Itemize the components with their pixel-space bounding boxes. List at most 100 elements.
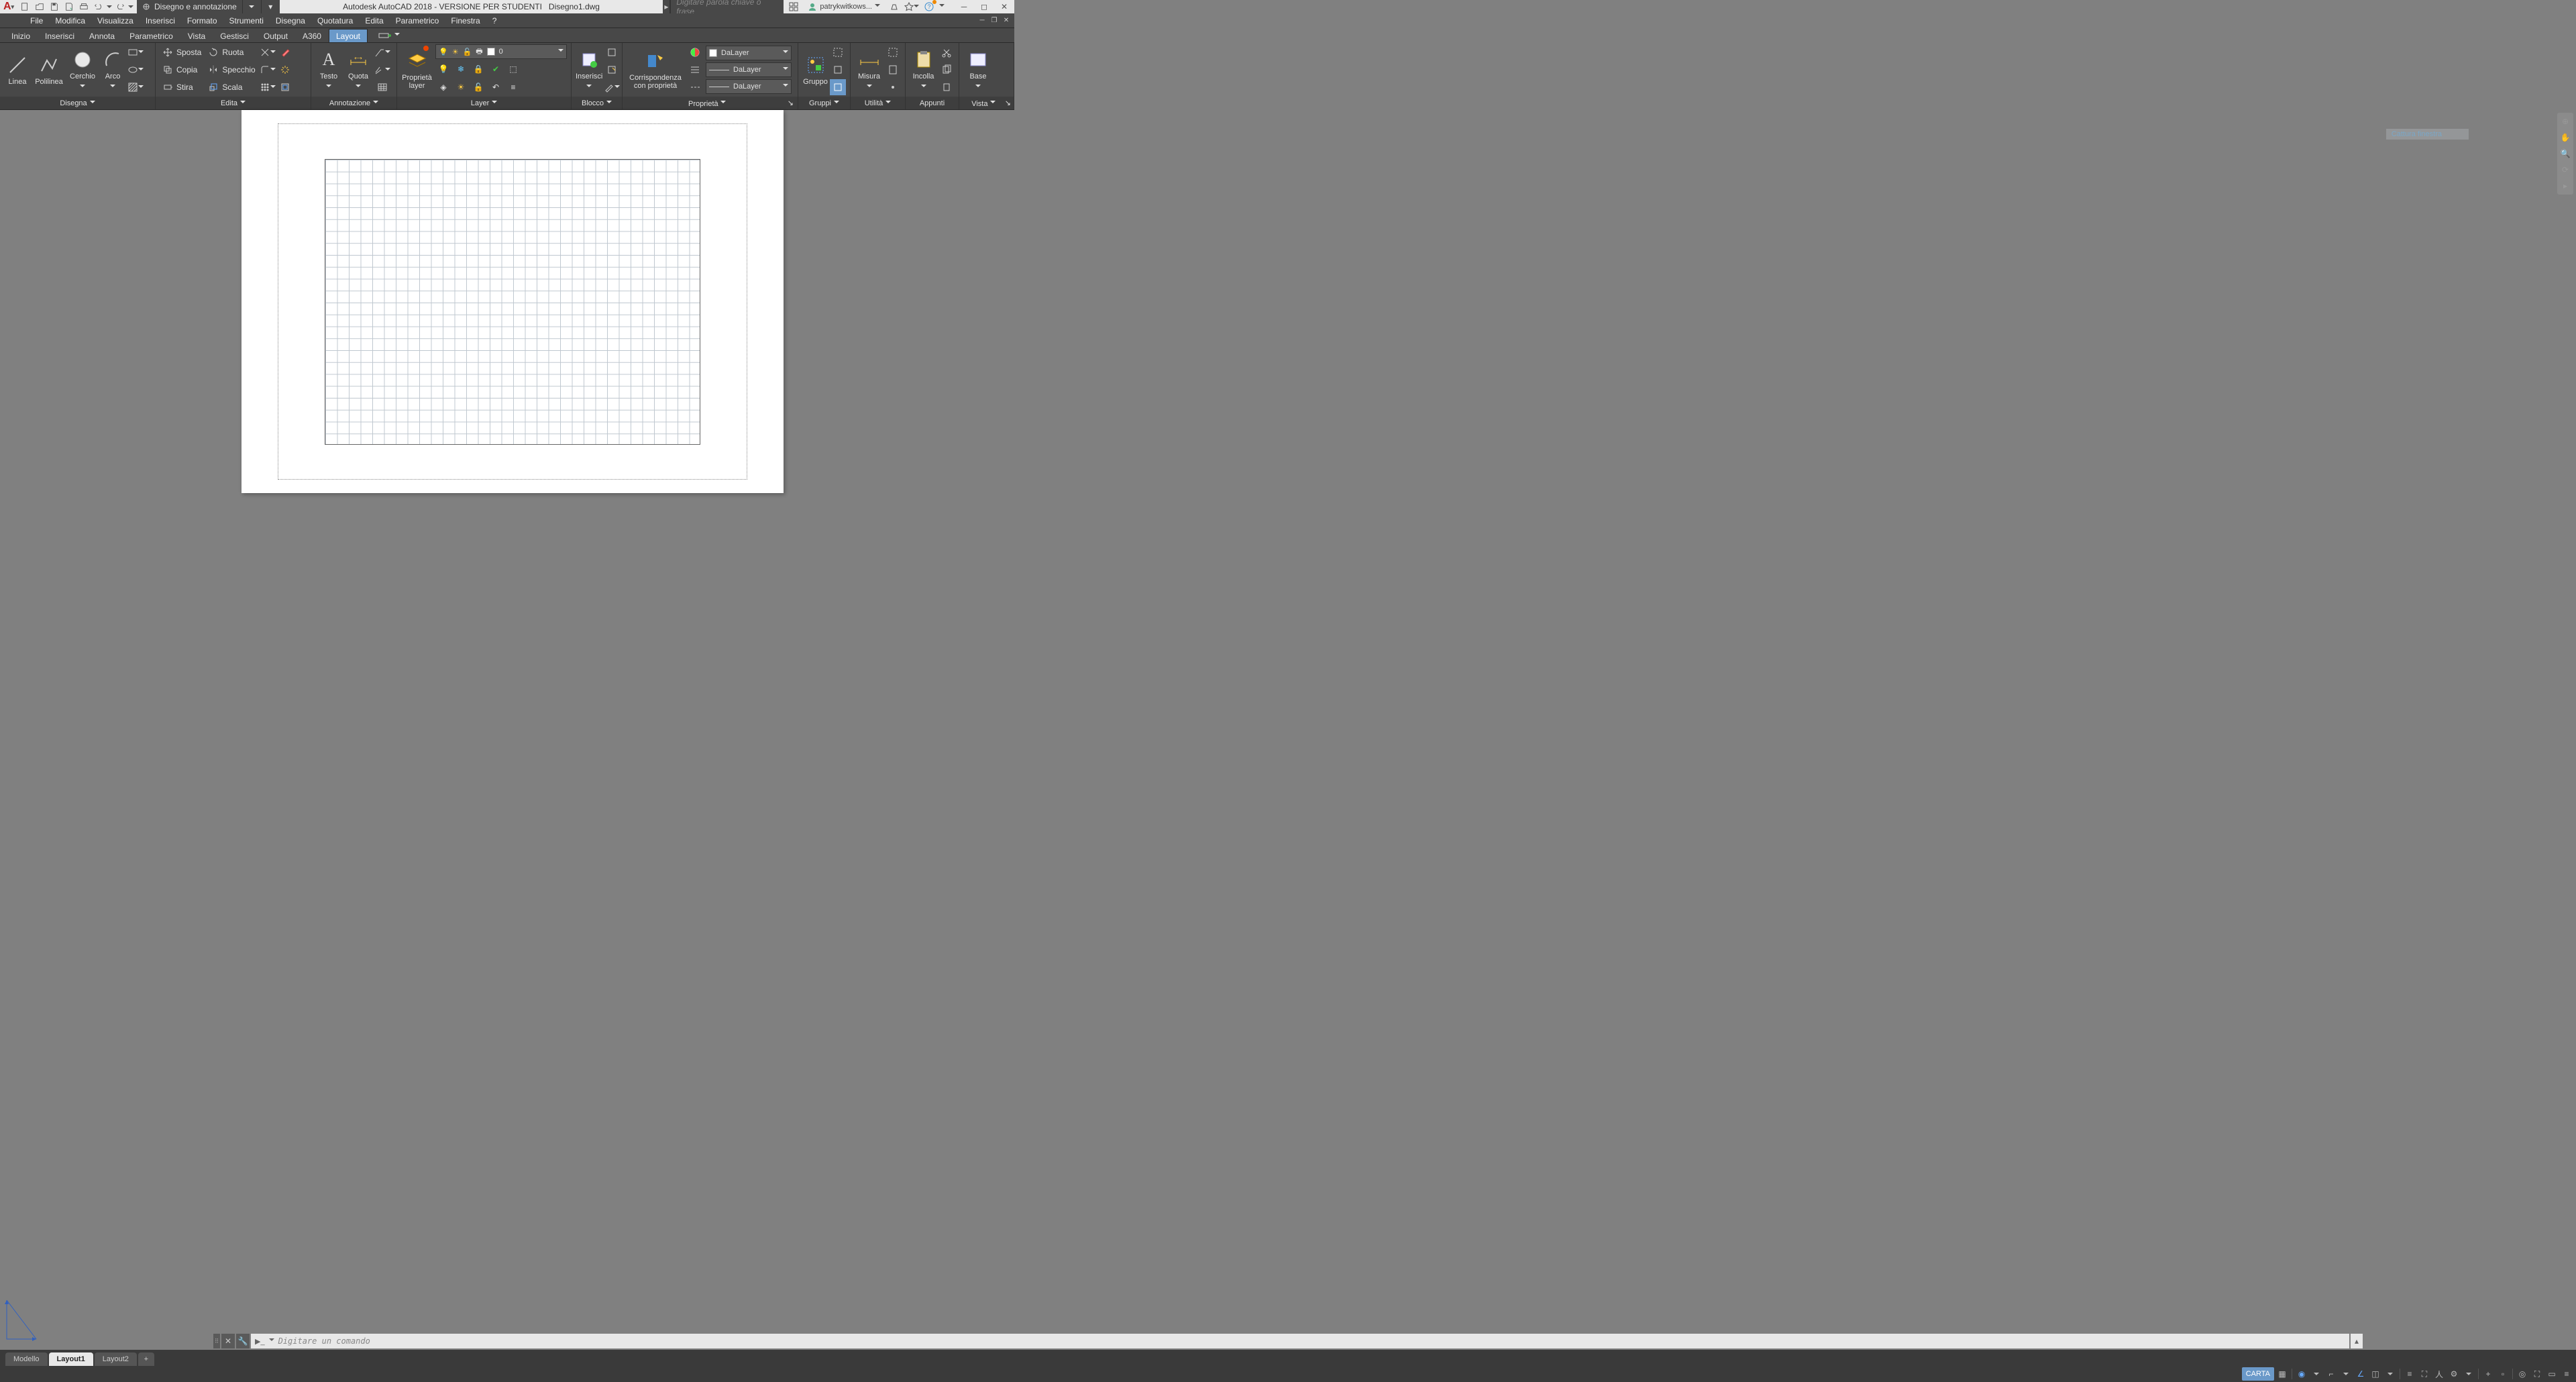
ribbon-tab-annota[interactable]: Annota	[82, 29, 122, 42]
user-chip[interactable]: patrykwitkows...	[804, 2, 884, 11]
tool-quota[interactable]: ⟷Quota	[343, 44, 373, 95]
tool-copia[interactable]: Copia	[160, 62, 204, 78]
tool-explode-icon[interactable]	[277, 62, 293, 78]
copy-clip-icon[interactable]	[938, 62, 955, 78]
panel-title-vista[interactable]: Vista ↘	[959, 97, 1014, 109]
nav-orbit-icon[interactable]: ⟳	[2559, 164, 2571, 176]
layer-make-current-icon[interactable]: ✔	[488, 61, 504, 77]
tool-mleader-icon[interactable]	[374, 62, 390, 78]
command-input[interactable]: ▶_ Digitare un comando	[251, 1334, 2349, 1348]
color-selector[interactable]: DaLayer	[706, 46, 792, 60]
tool-sposta[interactable]: Sposta	[160, 44, 204, 60]
layer-prev-icon[interactable]: ↶	[488, 79, 504, 95]
doc-close[interactable]: ✕	[1001, 16, 1012, 25]
tool-arco[interactable]: Arco	[99, 44, 126, 95]
stay-connected-icon[interactable]	[904, 0, 919, 13]
maximize-button[interactable]: ◻	[974, 0, 994, 13]
new-icon[interactable]	[17, 0, 32, 13]
panel-title-edita[interactable]: Edita	[156, 97, 311, 109]
paste-special-icon[interactable]	[938, 79, 955, 95]
ungroup-icon[interactable]	[830, 44, 846, 60]
tool-edit-attr-icon[interactable]	[604, 79, 620, 95]
sb-lwt-icon[interactable]: ≡	[2403, 1367, 2416, 1381]
sb-polar-drop[interactable]	[2339, 1367, 2353, 1381]
group-edit-icon[interactable]	[830, 62, 846, 78]
point-icon[interactable]	[885, 79, 901, 95]
tool-specchio[interactable]: Specchio	[205, 62, 258, 78]
tool-linea[interactable]: Linea	[4, 44, 31, 95]
nav-showmotion-icon[interactable]: ▸	[2559, 180, 2571, 192]
layer-lock-icon[interactable]: 🔒	[470, 61, 486, 77]
tool-trim-icon[interactable]	[260, 44, 276, 60]
tool-paste[interactable]: Incolla	[910, 44, 937, 95]
sb-snap-drop[interactable]	[2310, 1367, 2323, 1381]
menu-disegna[interactable]: Disegna	[270, 13, 311, 28]
drawing-area[interactable]: Cattura finestra ⊕ ✋ 🔍 ⟳ ▸	[0, 110, 2576, 1350]
sb-grid-icon[interactable]: ▦	[2275, 1367, 2289, 1381]
group-select-icon[interactable]	[830, 79, 846, 95]
ribbon-tab-parametrico[interactable]: Parametrico	[122, 29, 180, 42]
ribbon-tab-output[interactable]: Output	[256, 29, 295, 42]
tool-polilinea[interactable]: Polilinea	[32, 44, 66, 95]
tool-scala[interactable]: Scala	[205, 79, 258, 95]
undo-dropdown[interactable]	[106, 0, 113, 13]
tool-hatch-icon[interactable]	[127, 79, 144, 95]
panel-title-utilita[interactable]: Utilità	[851, 97, 905, 109]
linetype-selector[interactable]: DaLayer	[706, 79, 792, 94]
command-grip[interactable]: ⠿	[213, 1334, 220, 1348]
panel-title-blocco[interactable]: Blocco	[572, 97, 622, 109]
layer-state-icon[interactable]: ≡	[505, 79, 521, 95]
sb-hardware-icon[interactable]: ⛶	[2530, 1367, 2544, 1381]
tool-create-block-icon[interactable]	[604, 44, 620, 60]
sb-osnap-icon[interactable]: ∠	[2354, 1367, 2367, 1381]
panel-title-disegna[interactable]: Disegna	[0, 97, 155, 109]
doc-restore[interactable]: ❐	[989, 16, 1000, 25]
tool-ruota[interactable]: Ruota	[205, 44, 258, 60]
ribbon-tab-a360[interactable]: A360	[295, 29, 329, 42]
menu-strumenti[interactable]: Strumenti	[223, 13, 270, 28]
nav-zoom-icon[interactable]: 🔍	[2559, 148, 2571, 160]
saveas-icon[interactable]	[62, 0, 76, 13]
dialog-launcher-icon[interactable]: ↘	[788, 99, 794, 107]
layer-freeze-icon[interactable]: ❄	[453, 61, 469, 77]
autodesk-account-icon[interactable]	[786, 0, 801, 13]
qat-customize[interactable]: ▾	[261, 0, 280, 13]
tab-model[interactable]: Modello	[5, 1352, 48, 1366]
sb-customize-icon[interactable]: ≡	[2560, 1367, 2573, 1381]
menu-modifica[interactable]: Modifica	[49, 13, 91, 28]
tool-erase-icon[interactable]	[277, 44, 293, 60]
exchange-apps-icon[interactable]	[887, 0, 902, 13]
ribbon-tab-gestisci[interactable]: Gestisci	[213, 29, 256, 42]
panel-title-annotazione[interactable]: Annotazione	[311, 97, 396, 109]
tool-edit-block-icon[interactable]	[604, 62, 620, 78]
plot-icon[interactable]	[76, 0, 91, 13]
menu-parametrico[interactable]: Parametrico	[390, 13, 445, 28]
ribbon-tab-layout[interactable]: Layout	[329, 29, 368, 42]
ribbon-tab-inizio[interactable]: Inizio	[4, 29, 38, 42]
tab-layout2[interactable]: Layout2	[95, 1352, 137, 1366]
tool-stira[interactable]: Stira	[160, 79, 204, 95]
menu-finestra[interactable]: Finestra	[445, 13, 486, 28]
menu-formato[interactable]: Formato	[181, 13, 223, 28]
save-icon[interactable]	[47, 0, 62, 13]
select-all-icon[interactable]	[885, 44, 901, 60]
app-menu-button[interactable]: A▾	[0, 0, 17, 13]
linetype-icon[interactable]	[687, 79, 703, 95]
doc-minimize[interactable]: ─	[977, 16, 987, 25]
sb-snap-icon[interactable]: ◉	[2295, 1367, 2308, 1381]
menu-edita[interactable]: Edita	[359, 13, 389, 28]
quick-calc-icon[interactable]	[885, 62, 901, 78]
space-toggle[interactable]: CARTA	[2242, 1367, 2274, 1381]
lineweight-icon[interactable]	[687, 62, 703, 78]
tool-table-icon[interactable]	[374, 79, 390, 95]
command-customize-icon[interactable]: 🔧	[236, 1334, 250, 1348]
help-icon[interactable]: ?	[922, 0, 936, 13]
sb-isolate-icon[interactable]: ◎	[2516, 1367, 2529, 1381]
layer-unlock-icon[interactable]: 🔓	[470, 79, 486, 95]
sb-clean-screen-icon[interactable]: ▭	[2545, 1367, 2559, 1381]
menu-quotatura[interactable]: Quotatura	[311, 13, 359, 28]
tool-measure[interactable]: Misura	[855, 44, 883, 95]
tool-testo[interactable]: ATesto	[315, 44, 342, 95]
viewport-grid[interactable]	[325, 159, 700, 445]
ribbon-tab-inserisci[interactable]: Inserisci	[38, 29, 82, 42]
